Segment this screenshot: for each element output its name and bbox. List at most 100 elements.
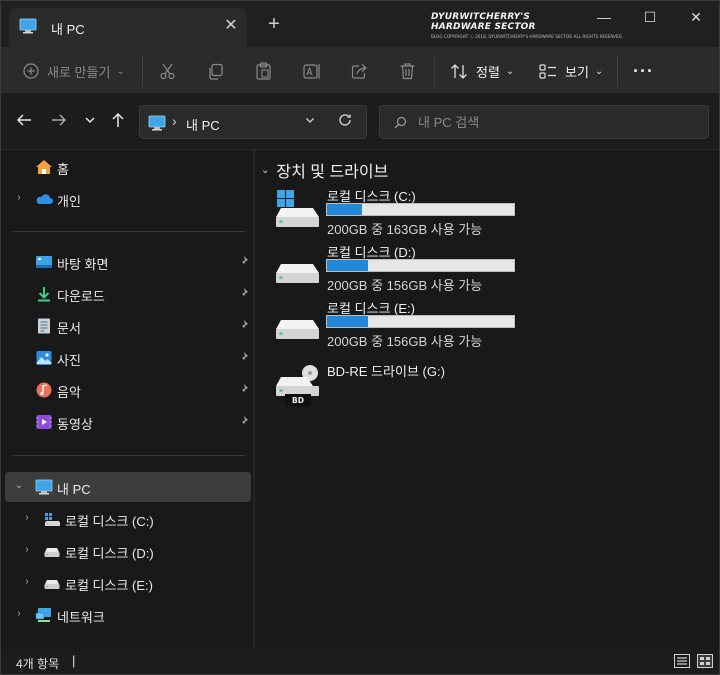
sidebar-item-downloads[interactable]: 다운로드 [5, 279, 251, 309]
group-header-devices[interactable]: ⌄ 장치 및 드라이브 [261, 158, 388, 182]
drive-tile-c[interactable]: 로컬 디스크 (C:) 200GB 중 163GB 사용 가능 [275, 186, 525, 240]
address-history-dropdown[interactable] [304, 114, 316, 129]
drive-usage-fill [327, 316, 369, 327]
music-icon [35, 382, 53, 398]
desktop-icon [35, 254, 53, 270]
monitor-icon [148, 115, 166, 134]
chevron-down-icon: ⌄ [594, 65, 604, 77]
pin-icon[interactable] [237, 255, 249, 270]
rename-button[interactable] [303, 59, 321, 83]
details-view-icon[interactable] [674, 654, 690, 668]
hard-drive-icon [275, 246, 321, 289]
pin-icon[interactable] [237, 319, 249, 334]
copy-button[interactable] [207, 59, 224, 83]
cut-button[interactable] [159, 59, 176, 83]
address-row: › 내 PC [1, 94, 719, 150]
group-title: 장치 및 드라이브 [276, 164, 389, 181]
drive-tile-g[interactable]: BD BD-RE 드라이브 (G:) [275, 361, 525, 415]
chevron-down-icon[interactable]: ⌄ [13, 480, 25, 491]
share-button[interactable] [351, 59, 368, 83]
arrow-right-icon [51, 114, 67, 131]
recent-locations-button[interactable] [79, 112, 101, 134]
search-box[interactable] [379, 105, 709, 139]
chevron-right-icon[interactable]: › [21, 576, 33, 587]
forward-button[interactable] [48, 112, 70, 134]
sidebar-item-drive-c[interactable]: › 로컬 디스크 (C:) [5, 504, 251, 534]
sidebar-item-label: 네트워크 [57, 610, 105, 625]
tiles-view-icon[interactable] [697, 654, 713, 668]
new-button-label: 새로 만들기 [47, 64, 111, 80]
picture-icon [35, 350, 53, 366]
chevron-down-icon [82, 116, 98, 131]
drive-tile-e[interactable]: 로컬 디스크 (E:) 200GB 중 156GB 사용 가능 [275, 298, 525, 352]
up-button[interactable] [107, 112, 129, 134]
close-window-button[interactable]: ✕ [673, 5, 719, 29]
more-options-button[interactable]: ··· [633, 59, 654, 83]
toolbar-divider [142, 55, 143, 87]
copy-icon [207, 63, 224, 80]
sidebar-item-pictures[interactable]: 사진 [5, 343, 251, 373]
chevron-down-icon[interactable]: ⌄ [261, 165, 269, 176]
address-bar[interactable]: › 내 PC [139, 105, 367, 139]
sidebar-item-desktop[interactable]: 바탕 화면 [5, 247, 251, 277]
new-tab-button[interactable]: + [263, 13, 285, 35]
chevron-down-icon: ⌄ [505, 65, 515, 77]
chevron-right-icon[interactable]: › [13, 192, 25, 203]
sidebar-item-label: 사진 [57, 353, 81, 368]
sidebar-item-network[interactable]: › 네트워크 [5, 600, 251, 630]
minimize-button[interactable]: — [581, 5, 627, 29]
breadcrumb-this-pc[interactable]: 내 PC [186, 115, 220, 134]
pin-icon[interactable] [237, 351, 249, 366]
sidebar-item-label: 로컬 디스크 (C:) [65, 514, 154, 529]
sidebar-item-personal[interactable]: › 개인 [5, 184, 251, 214]
sidebar-item-music[interactable]: 음악 [5, 375, 251, 405]
sidebar-item-this-pc[interactable]: ⌄ 내 PC [5, 472, 251, 502]
bd-badge: BD [292, 396, 304, 405]
drive-usage-bar [326, 203, 515, 216]
delete-button[interactable] [399, 59, 416, 83]
chevron-right-icon[interactable]: › [13, 608, 25, 619]
search-input[interactable] [418, 112, 698, 132]
sort-button[interactable]: 정렬 ⌄ [450, 59, 514, 83]
sidebar-item-label: 다운로드 [57, 289, 105, 304]
pin-icon[interactable] [237, 383, 249, 398]
chevron-right-icon[interactable]: › [21, 512, 33, 523]
new-button[interactable]: 새로 만들기 ⌄ [23, 59, 125, 83]
monitor-icon [35, 479, 53, 495]
hard-drive-icon [43, 575, 61, 591]
search-icon [394, 116, 407, 132]
system-drive-icon [275, 190, 321, 233]
refresh-icon[interactable] [338, 113, 352, 131]
sidebar-item-label: 바탕 화면 [57, 257, 109, 272]
view-button[interactable]: 보기 ⌄ [539, 59, 603, 83]
title-bar: 내 PC ✕ + DYURWITCHERRY'S HARDWARE SECTOR… [1, 1, 719, 47]
maximize-button[interactable]: ☐ [627, 5, 673, 29]
bluray-drive-icon: BD [275, 365, 321, 410]
breadcrumb-separator[interactable]: › [172, 113, 177, 129]
drive-usage-fill [327, 204, 362, 215]
sidebar-item-videos[interactable]: 동영상 [5, 407, 251, 437]
sidebar-item-documents[interactable]: 문서 [5, 311, 251, 341]
back-button[interactable] [13, 112, 35, 134]
drive-usage-fill [327, 260, 369, 271]
sidebar-item-label: 로컬 디스크 (E:) [65, 578, 153, 593]
drive-tile-d[interactable]: 로컬 디스크 (D:) 200GB 중 156GB 사용 가능 [275, 242, 525, 296]
pin-icon[interactable] [237, 287, 249, 302]
pin-icon[interactable] [237, 415, 249, 430]
share-icon [351, 63, 368, 80]
tab-this-pc[interactable]: 내 PC ✕ [9, 8, 247, 47]
sidebar-item-drive-d[interactable]: › 로컬 디스크 (D:) [5, 536, 251, 566]
sidebar-item-label: 문서 [57, 321, 81, 336]
drive-free-space: 200GB 중 156GB 사용 가능 [327, 334, 483, 349]
drive-usage-bar [326, 259, 515, 272]
sort-label: 정렬 [476, 64, 500, 80]
onedrive-cloud-icon [35, 191, 53, 207]
paste-button[interactable] [255, 59, 272, 83]
trash-icon [399, 62, 416, 80]
sidebar-item-drive-e[interactable]: › 로컬 디스크 (E:) [5, 568, 251, 598]
chevron-down-icon: ⌄ [116, 65, 125, 77]
sidebar-item-label: 동영상 [57, 417, 93, 432]
close-tab-icon[interactable]: ✕ [221, 16, 241, 36]
sidebar-item-home[interactable]: 홈 [5, 152, 251, 182]
chevron-right-icon[interactable]: › [21, 544, 33, 555]
